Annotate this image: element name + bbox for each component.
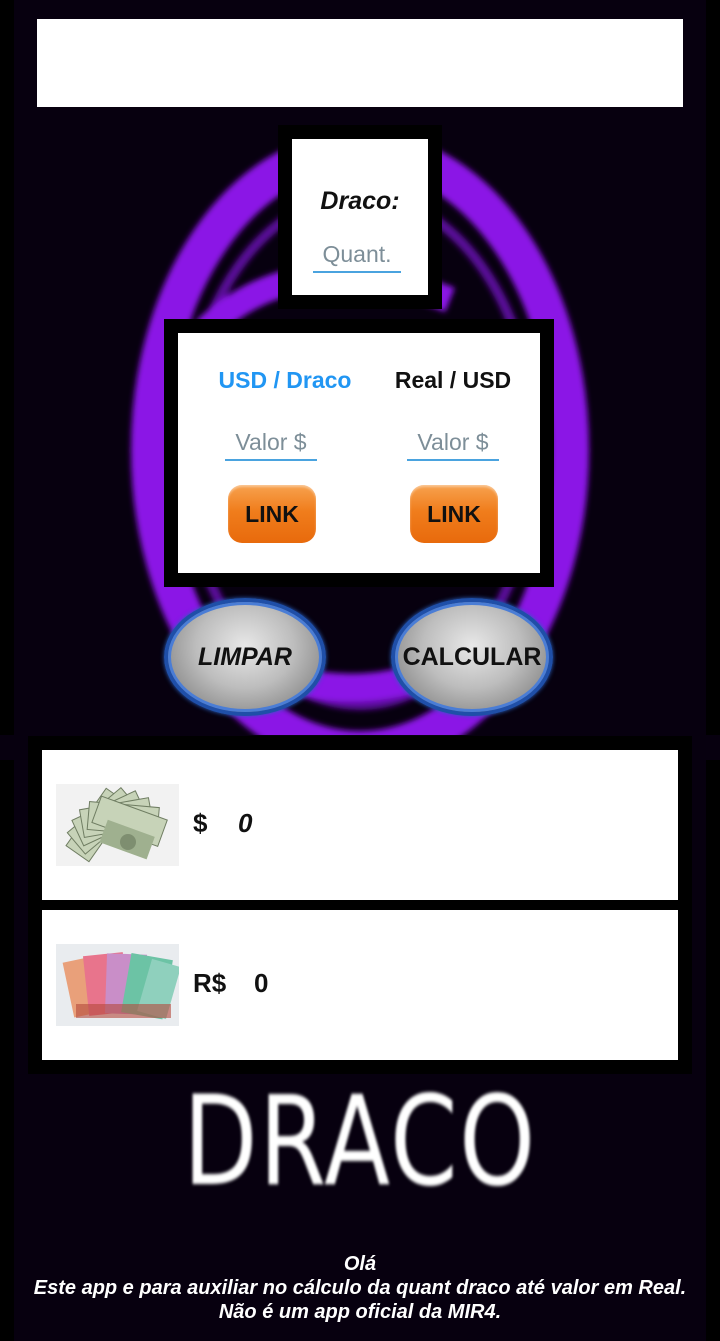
brl-result-symbol: R$	[193, 968, 227, 998]
real-bills-image	[56, 944, 179, 1026]
draco-quantity-panel: Draco:	[292, 139, 428, 295]
exchange-rates-card: USD / Draco Real / USD LINK LINK	[164, 319, 554, 587]
footer-greeting: Olá	[343, 1253, 377, 1275]
ad-banner[interactable]	[37, 19, 683, 107]
exchange-rates-panel: USD / Draco Real / USD LINK LINK	[178, 333, 540, 573]
draco-quantity-input[interactable]	[313, 237, 401, 273]
real-usd-value-input[interactable]	[407, 425, 499, 461]
draco-quantity-card: Draco:	[278, 125, 442, 309]
usd-draco-link-button[interactable]: LINK	[228, 485, 316, 543]
usd-result-value: 0	[238, 808, 253, 838]
brl-result-row: R$ 0	[42, 910, 678, 1060]
footer-disclaimer: Não é um app oficial da MIR4.	[218, 1301, 502, 1323]
usd-draco-title: USD / Draco	[218, 367, 352, 393]
results-card: $ 0 R$ 0	[28, 736, 692, 1074]
clear-button[interactable]: LIMPAR	[164, 598, 326, 716]
usd-result-row: $ 0	[42, 750, 678, 900]
calculate-button[interactable]: CALCULAR	[391, 598, 553, 716]
dollar-bills-image	[56, 784, 179, 866]
draco-label: Draco:	[320, 187, 400, 215]
brl-result-value: 0	[254, 968, 269, 998]
usd-result-symbol: $	[193, 808, 208, 838]
footer-message: Olá Este app e para auxiliar no cálculo …	[0, 1252, 720, 1324]
app-screen: Draco: USD / Draco Real / USD LINK LINK …	[0, 0, 720, 1341]
real-usd-title: Real / USD	[394, 367, 512, 393]
usd-draco-value-input[interactable]	[225, 425, 317, 461]
footer-description: Este app e para auxiliar no cálculo da q…	[33, 1277, 687, 1299]
draco-logo-text: DRACO	[183, 1070, 537, 1214]
real-usd-link-button[interactable]: LINK	[410, 485, 498, 543]
